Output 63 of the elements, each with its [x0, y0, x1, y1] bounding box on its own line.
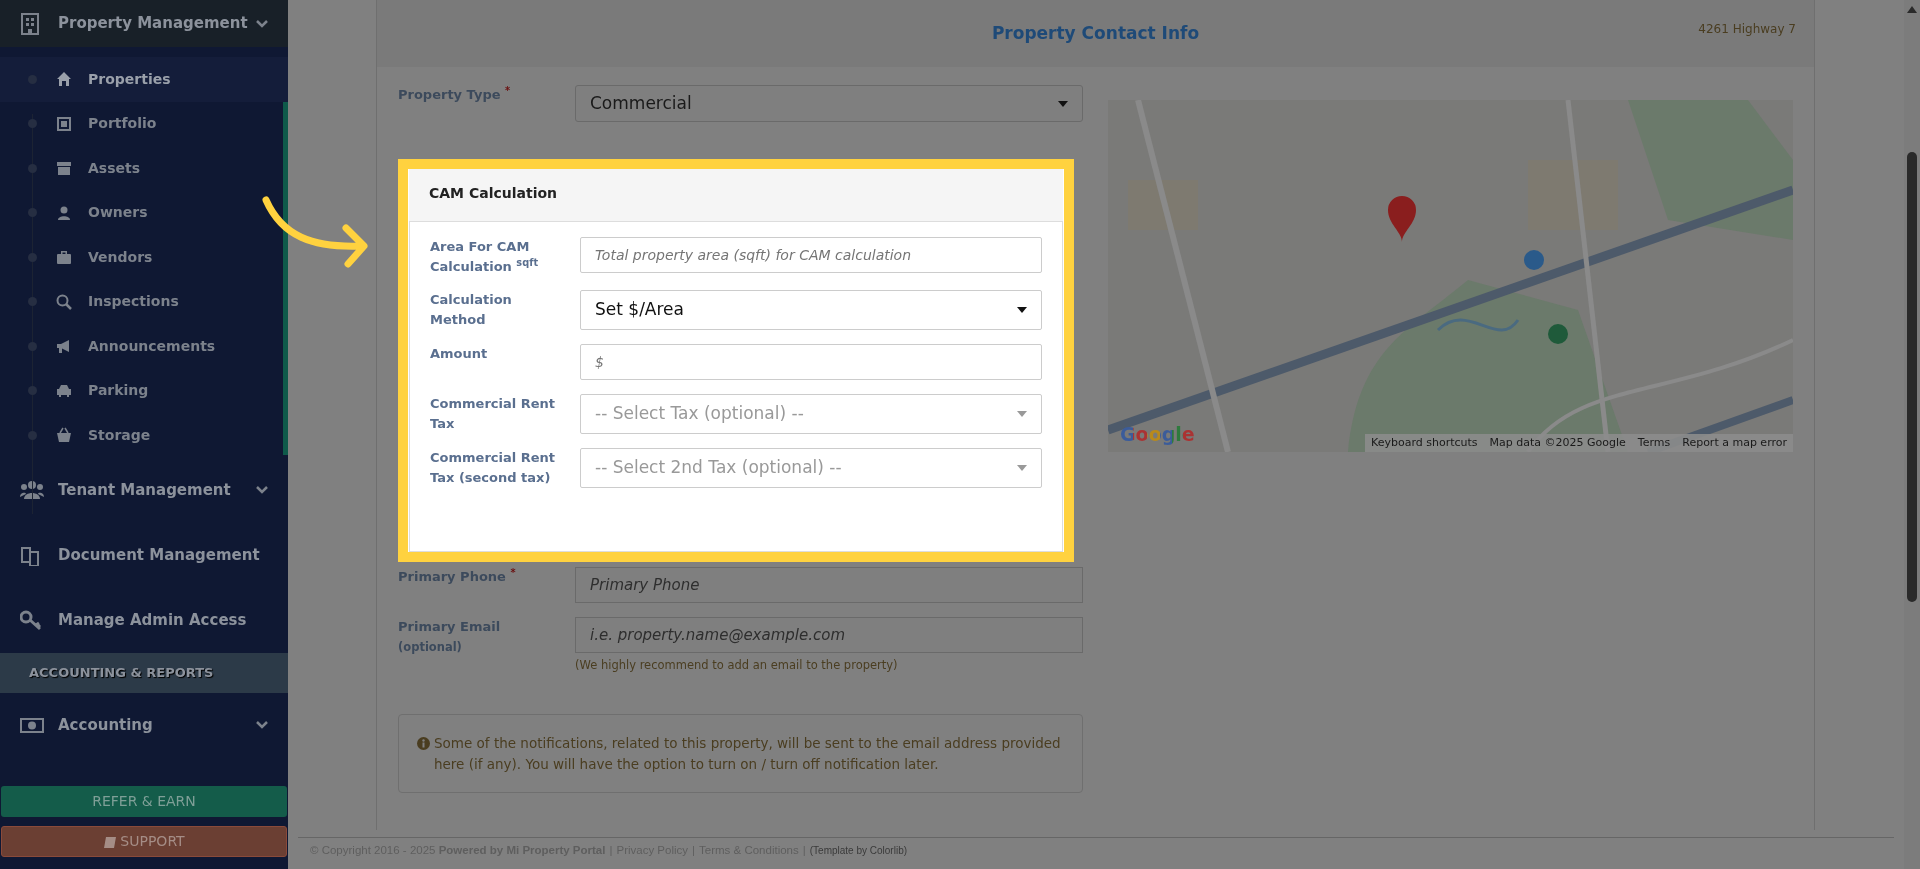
menu-item[interactable]: Storage [0, 413, 288, 458]
map-attribution-link[interactable]: Report a map error [1676, 433, 1793, 452]
address-text: 4261 Highway 7 [1698, 21, 1796, 38]
property-type-select[interactable]: Commercial [575, 85, 1083, 122]
car-icon [56, 382, 72, 399]
section-heading: ACCOUNTING & REPORTS [0, 652, 288, 693]
home-icon [56, 71, 72, 88]
separator-text: | [802, 843, 806, 858]
menu-item[interactable]: Vendors [0, 235, 288, 280]
refer-button[interactable]: REFER & EARN [1, 786, 287, 817]
credit-text: (Template by Colorlib) [809, 844, 908, 858]
menu-item[interactable]: Inspections [0, 279, 288, 324]
field-label: Calculation Method [430, 291, 513, 329]
menu-link[interactable]: Document Management [0, 522, 288, 588]
select-field[interactable]: -- Select 2nd Tax (optional) -- [580, 448, 1042, 488]
field-label: Primary Email (optional) [398, 618, 502, 656]
separator-text: | [692, 843, 696, 858]
field-label: Property Type $^{*}$ [398, 85, 512, 104]
archive-icon [56, 160, 72, 177]
menu-item[interactable]: Properties [0, 57, 288, 102]
menu-item[interactable]: Assets [0, 146, 288, 191]
users-icon [20, 479, 44, 501]
field-label: Primary Phone $^{*}$ [398, 567, 517, 586]
separator-text: | [609, 843, 613, 858]
field-label: Commercial Rent Tax (second tax) [430, 449, 556, 487]
search-icon [56, 293, 72, 310]
field-label: Area For CAM Calculation $^{sqft}$ [430, 238, 540, 276]
notice-text: Some of the notifications, related to this property, will be sent to the email address provided here (if any). You will have the option to turn on / turn off notification later. [434, 734, 1062, 774]
select-field[interactable]: -- Select Tax (optional) -- [580, 394, 1042, 434]
chevron-down-icon [256, 721, 268, 729]
panel-title: Property Contact Info [991, 21, 1200, 45]
card-title: CAM Calculation [409, 169, 1063, 222]
menu-group[interactable]: Accounting [0, 692, 288, 758]
info-icon [417, 737, 430, 751]
field-label: Commercial Rent Tax [430, 395, 556, 433]
key-icon [20, 609, 44, 631]
menu-group[interactable]: Tenant Management [0, 457, 288, 523]
basket-icon [56, 427, 72, 444]
select-field[interactable]: Set $/Area [580, 290, 1042, 330]
menu-item[interactable]: Parking [0, 368, 288, 413]
megaphone-icon [56, 338, 72, 355]
help-text: (We highly recommend to add an email to the property) [575, 657, 899, 674]
map-attribution-link[interactable]: Terms [1631, 433, 1677, 452]
map-attribution-link[interactable]: Keyboard shortcuts [1365, 433, 1484, 452]
menu-item[interactable]: Announcements [0, 324, 288, 369]
menu-item[interactable]: Portfolio [0, 101, 288, 146]
scrollbar-thumb[interactable] [1907, 152, 1917, 602]
support-button[interactable]: SUPPORT [1, 826, 287, 857]
frame-icon [56, 115, 72, 132]
briefcase-icon [56, 249, 72, 266]
field-label: Amount [430, 345, 489, 363]
input-field[interactable]: i.e. property.name@example.com [575, 617, 1083, 653]
input-field[interactable]: Primary Phone [575, 567, 1083, 603]
book-icon [103, 835, 118, 849]
map-attribution-link[interactable]: Map data ©2025 Google [1483, 433, 1632, 452]
scrollbar[interactable] [1904, 0, 1920, 869]
menu-item[interactable]: Owners [0, 190, 288, 235]
menu-link[interactable]: Manage Admin Access [0, 587, 288, 653]
up-arrow-icon [1907, 6, 1917, 13]
menu-group[interactable]: Property Management [0, 0, 288, 47]
chevron-down-icon [256, 486, 268, 494]
user-icon [56, 204, 72, 221]
chevron-down-icon [256, 19, 268, 28]
